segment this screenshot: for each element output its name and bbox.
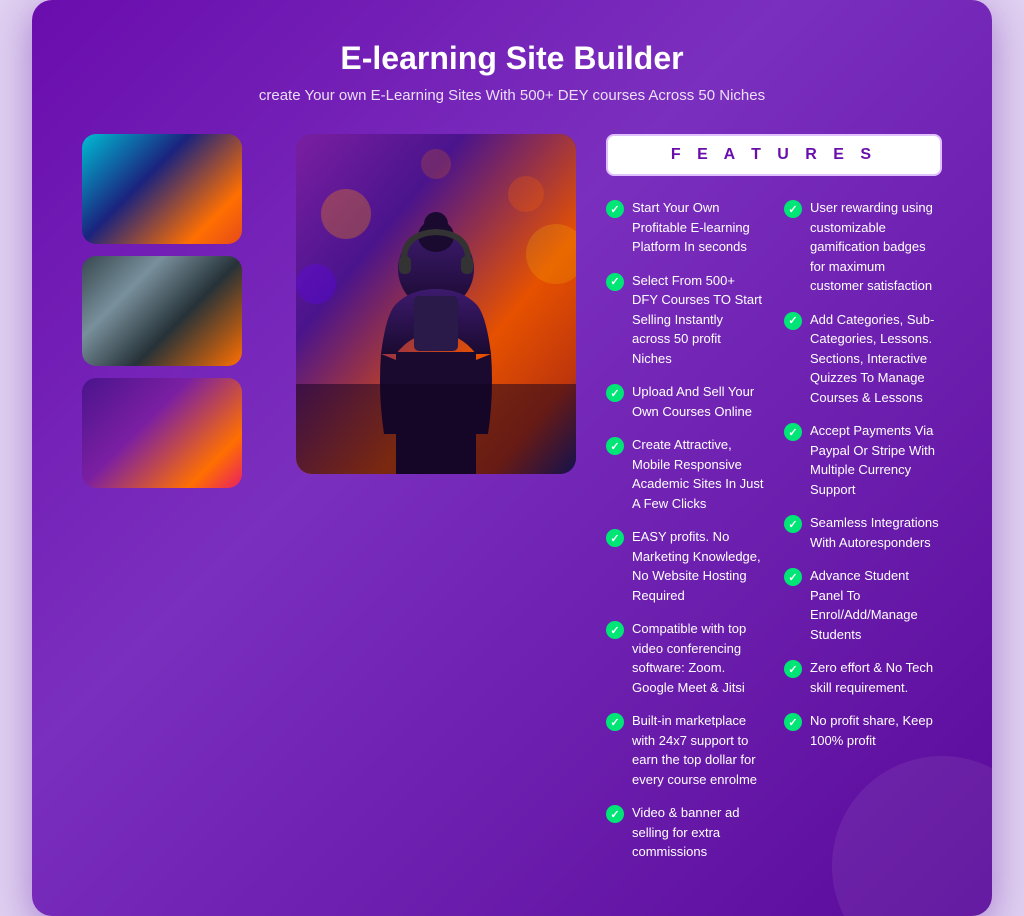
page-title: E-learning Site Builder	[82, 40, 942, 77]
feature-text: No profit share, Keep 100% profit	[810, 711, 942, 750]
check-icon	[606, 529, 624, 547]
check-icon	[784, 515, 802, 533]
features-left-column: Start Your Own Profitable E-learning Pla…	[606, 198, 764, 876]
page-subtitle: create Your own E-Learning Sites With 50…	[82, 87, 942, 104]
feature-item-right-5: Zero effort & No Tech skill requirement.	[784, 658, 942, 697]
feature-text: Accept Payments Via Paypal Or Stripe Wit…	[810, 421, 942, 499]
feature-text: Advance Student Panel To Enrol/Add/Manag…	[810, 566, 942, 644]
feature-text: Upload And Sell Your Own Courses Online	[632, 382, 764, 421]
feature-text: Built-in marketplace with 24x7 support t…	[632, 711, 764, 789]
check-icon	[784, 423, 802, 441]
feature-text: Zero effort & No Tech skill requirement.	[810, 658, 942, 697]
feature-text: Compatible with top video conferencing s…	[632, 619, 764, 697]
feature-text: Start Your Own Profitable E-learning Pla…	[632, 198, 764, 257]
feature-item-right-3: Seamless Integrations With Autoresponder…	[784, 513, 942, 552]
check-icon	[606, 713, 624, 731]
check-icon	[784, 200, 802, 218]
thumbnail-tech	[82, 134, 242, 244]
feature-item-left-0: Start Your Own Profitable E-learning Pla…	[606, 198, 764, 257]
feature-text: User rewarding using customizable gamifi…	[810, 198, 942, 296]
feature-item-right-2: Accept Payments Via Paypal Or Stripe Wit…	[784, 421, 942, 499]
feature-item-left-5: Compatible with top video conferencing s…	[606, 619, 764, 697]
main-content: F E A T U R E S Start Your Own Profitabl…	[82, 134, 942, 876]
features-right-column: User rewarding using customizable gamifi…	[784, 198, 942, 876]
feature-item-left-7: Video & banner ad selling for extra comm…	[606, 803, 764, 862]
feature-item-right-4: Advance Student Panel To Enrol/Add/Manag…	[784, 566, 942, 644]
main-image	[296, 134, 576, 474]
check-icon	[606, 273, 624, 291]
feature-item-left-1: Select From 500+ DFY Courses TO Start Se…	[606, 271, 764, 369]
check-icon	[784, 312, 802, 330]
features-badge: F E A T U R E S	[606, 134, 942, 176]
feature-text: Add Categories, Sub-Categories, Lessons.…	[810, 310, 942, 408]
feature-item-left-4: EASY profits. No Marketing Knowledge, No…	[606, 527, 764, 605]
check-icon	[606, 437, 624, 455]
check-icon	[784, 660, 802, 678]
images-area	[82, 134, 576, 876]
thumbnail-robot	[82, 256, 242, 366]
thumbnail-chat	[82, 378, 242, 488]
feature-item-right-0: User rewarding using customizable gamifi…	[784, 198, 942, 296]
features-section: F E A T U R E S Start Your Own Profitabl…	[606, 134, 942, 876]
check-icon	[784, 713, 802, 731]
check-icon	[606, 621, 624, 639]
feature-text: Video & banner ad selling for extra comm…	[632, 803, 764, 862]
check-icon	[606, 200, 624, 218]
header-section: E-learning Site Builder create Your own …	[82, 40, 942, 104]
left-thumbnails	[82, 134, 282, 488]
feature-item-left-6: Built-in marketplace with 24x7 support t…	[606, 711, 764, 789]
feature-text: Create Attractive, Mobile Responsive Aca…	[632, 435, 764, 513]
main-card: E-learning Site Builder create Your own …	[32, 0, 992, 916]
check-icon	[606, 384, 624, 402]
check-icon	[606, 805, 624, 823]
features-grid: Start Your Own Profitable E-learning Pla…	[606, 198, 942, 876]
feature-item-left-2: Upload And Sell Your Own Courses Online	[606, 382, 764, 421]
check-icon	[784, 568, 802, 586]
features-label: F E A T U R E S	[671, 146, 877, 163]
feature-text: Seamless Integrations With Autoresponder…	[810, 513, 942, 552]
feature-item-right-1: Add Categories, Sub-Categories, Lessons.…	[784, 310, 942, 408]
feature-item-right-6: No profit share, Keep 100% profit	[784, 711, 942, 750]
feature-text: EASY profits. No Marketing Knowledge, No…	[632, 527, 764, 605]
feature-item-left-3: Create Attractive, Mobile Responsive Aca…	[606, 435, 764, 513]
feature-text: Select From 500+ DFY Courses TO Start Se…	[632, 271, 764, 369]
